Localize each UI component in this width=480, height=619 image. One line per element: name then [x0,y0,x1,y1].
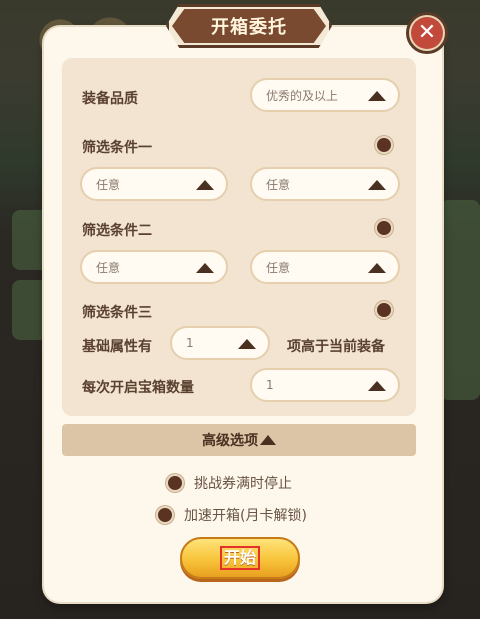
filter2-toggle[interactable] [375,219,393,237]
chevron-up-icon [368,180,386,190]
speed-up-option[interactable]: 加速开箱(月卡解锁) [156,505,307,525]
filter2-label: 筛选条件二 [82,223,152,239]
base-attr-label: 基础属性有 [82,339,152,355]
filter1-value-b: 任意 [266,177,291,192]
chevron-up-icon [238,339,256,349]
chevron-up-icon [196,263,214,273]
chest-count-dropdown[interactable]: 1 [250,368,400,402]
speed-up-label: 加速开箱(月卡解锁) [184,508,307,524]
filter2-value-b: 任意 [266,260,291,275]
start-button-label: 开始 [219,546,260,570]
filter3-toggle[interactable] [375,301,393,319]
stop-when-full-option[interactable]: 挑战券满时停止 [166,473,292,493]
base-attr-suffix: 项高于当前装备 [287,339,385,355]
filter1-toggle[interactable] [375,136,393,154]
dialog-title: 开箱委托 [172,9,326,43]
close-icon: ✕ [411,17,443,49]
advanced-options-toggle[interactable]: 高级选项 [62,424,416,456]
chest-count-label: 每次开启宝箱数量 [82,380,194,396]
filter2-value-a: 任意 [96,260,121,275]
filter2-dropdown-b[interactable]: 任意 [250,250,400,284]
filter1-value-a: 任意 [96,177,121,192]
background-list [440,200,480,400]
chevron-up-icon [368,263,386,273]
base-attr-value: 1 [186,336,194,350]
filter2-dropdown-a[interactable]: 任意 [80,250,228,284]
chest-count-value: 1 [266,378,274,392]
close-button[interactable]: ✕ [406,12,448,54]
quality-label: 装备品质 [82,91,138,107]
chevron-up-icon [368,91,386,101]
filter1-dropdown-b[interactable]: 任意 [250,167,400,201]
chevron-up-icon [260,435,276,445]
radio-icon [156,506,174,524]
chevron-up-icon [196,180,214,190]
filter1-dropdown-a[interactable]: 任意 [80,167,228,201]
start-button[interactable]: 开始 [180,537,300,579]
stop-when-full-label: 挑战券满时停止 [194,476,292,492]
base-attr-dropdown[interactable]: 1 [170,326,270,360]
radio-icon [166,474,184,492]
filter1-label: 筛选条件一 [82,140,152,156]
advanced-options-label: 高级选项 [202,433,258,449]
quality-value: 优秀的及以上 [266,88,339,103]
chevron-up-icon [368,381,386,391]
filter3-label: 筛选条件三 [82,305,152,321]
quality-dropdown[interactable]: 优秀的及以上 [250,78,400,112]
